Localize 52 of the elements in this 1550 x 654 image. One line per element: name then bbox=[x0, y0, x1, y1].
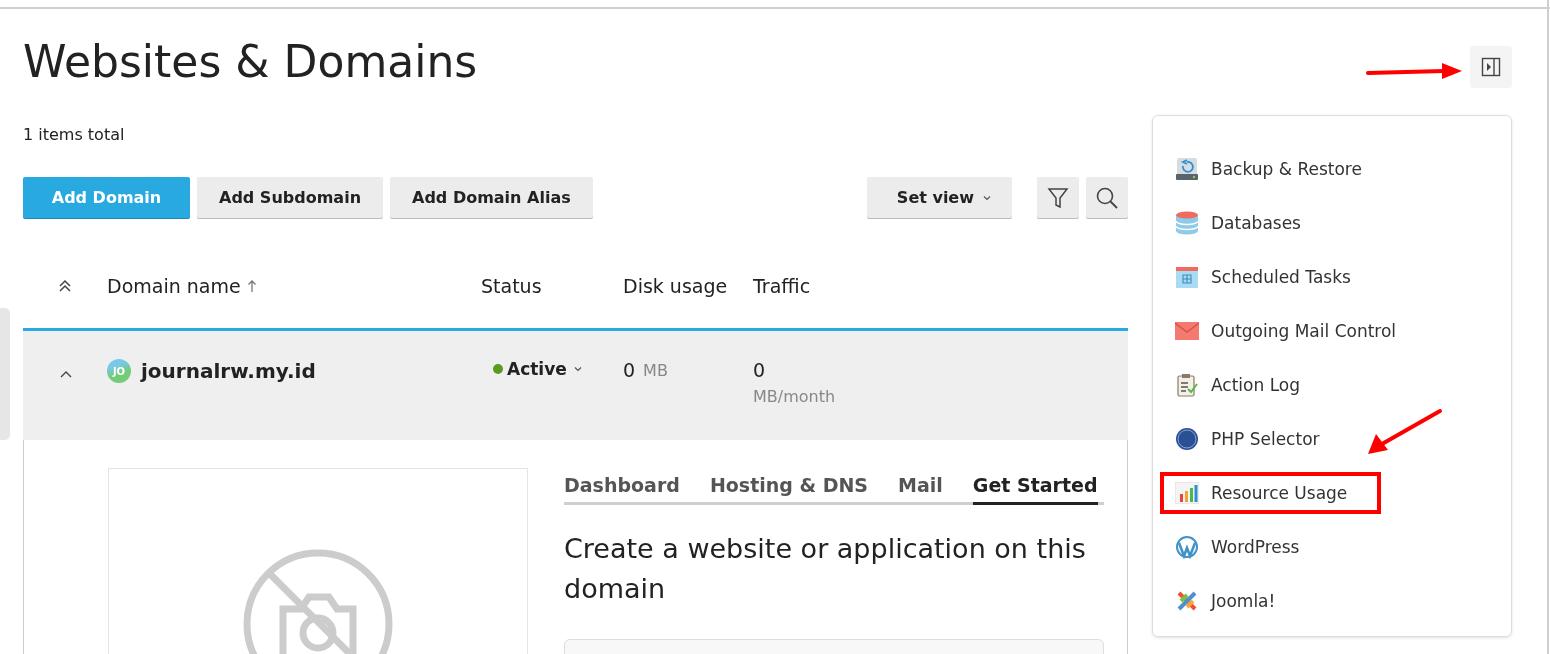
panel-link[interactable]: Databases bbox=[1160, 201, 1335, 245]
status-text[interactable]: Active bbox=[507, 359, 567, 379]
collapse-all-icon[interactable] bbox=[58, 279, 72, 293]
sort-arrow-icon bbox=[246, 279, 257, 293]
panel-link[interactable]: Backup & Restore bbox=[1160, 147, 1396, 191]
status-dot-icon bbox=[493, 364, 503, 374]
caret-icon[interactable] bbox=[572, 366, 583, 372]
domain-avatar: JO bbox=[107, 359, 131, 383]
disk-usage-value: 0 bbox=[623, 359, 636, 381]
traffic-value: 0 bbox=[753, 359, 766, 381]
drive-icon bbox=[1175, 157, 1199, 181]
column-header[interactable]: Domain name bbox=[107, 275, 257, 297]
traffic-unit: MB/month bbox=[753, 387, 836, 406]
search-button[interactable] bbox=[1086, 177, 1128, 218]
section-heading: Create a website or application on this domain bbox=[564, 532, 1087, 606]
tab[interactable]: Hosting & DNS bbox=[709, 468, 869, 505]
set-view-button[interactable]: Set view bbox=[866, 177, 1012, 218]
caret-icon bbox=[982, 194, 992, 201]
filter-icon bbox=[1047, 185, 1069, 210]
column-header[interactable]: Status bbox=[481, 275, 542, 297]
domain-name[interactable]: journalrw.my.id bbox=[141, 359, 316, 383]
panel-link[interactable]: Outgoing Mail Control bbox=[1160, 311, 1431, 351]
toolbar-button[interactable]: Add Domain Alias bbox=[390, 177, 593, 218]
calendar-icon bbox=[1175, 265, 1199, 289]
tab[interactable]: Mail bbox=[898, 468, 943, 505]
search-icon bbox=[1095, 185, 1119, 210]
chevron-up-icon[interactable] bbox=[59, 369, 73, 379]
bar-chart-icon bbox=[1175, 482, 1199, 504]
panel-link[interactable]: Action Log bbox=[1160, 363, 1334, 407]
panel-link[interactable]: Joomla! bbox=[1160, 579, 1310, 623]
items-total: 1 items total bbox=[23, 125, 126, 144]
column-header[interactable]: Disk usage bbox=[623, 275, 728, 297]
panel-link[interactable]: WordPress bbox=[1160, 525, 1334, 569]
disk-usage-unit: MB bbox=[643, 360, 668, 380]
joomla-icon bbox=[1175, 589, 1199, 613]
panel-toggle-icon bbox=[1481, 57, 1501, 77]
database-stack-icon bbox=[1175, 211, 1199, 235]
panel-toggle-button[interactable] bbox=[1470, 46, 1512, 88]
wordpress-icon bbox=[1175, 535, 1199, 559]
panel-link[interactable]: Scheduled Tasks bbox=[1160, 255, 1385, 299]
panel-link[interactable]: PHP Selector bbox=[1160, 417, 1354, 461]
panel-link[interactable]: Resource Usage bbox=[1160, 472, 1382, 514]
column-header[interactable]: Traffic bbox=[753, 275, 811, 297]
tab[interactable]: Get Started bbox=[972, 468, 1098, 505]
tab[interactable]: Dashboard bbox=[564, 468, 680, 505]
domain-row[interactable]: JO journalrw.my.id Active 0 MB 0 MB/month bbox=[23, 328, 1128, 440]
page-title: Websites & Domains bbox=[23, 35, 479, 89]
clipboard-icon bbox=[1175, 373, 1199, 397]
filter-button[interactable] bbox=[1037, 177, 1079, 218]
envelope-icon bbox=[1175, 322, 1199, 340]
toolbar-button[interactable]: Add Subdomain bbox=[197, 177, 383, 218]
no-image-icon bbox=[243, 549, 393, 654]
